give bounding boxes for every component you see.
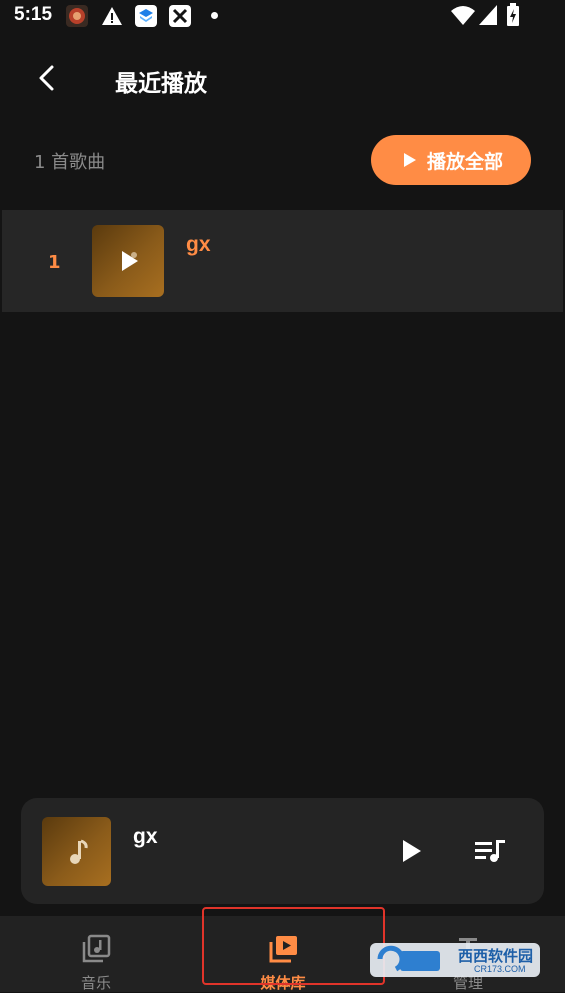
- battery-icon: [506, 3, 520, 27]
- watermark-text: 西西软件园: [458, 947, 534, 965]
- layers-app-icon: [135, 5, 157, 27]
- app-notification-icon: [66, 5, 88, 27]
- highlight-box: [202, 907, 385, 985]
- queue-music-icon: [475, 840, 505, 862]
- play-icon: [403, 153, 416, 167]
- song-cover[interactable]: [92, 225, 164, 297]
- music-note-icon: [70, 839, 88, 864]
- chevron-left-icon: [39, 65, 54, 91]
- more-notifications-dot-icon: [211, 12, 218, 19]
- back-button[interactable]: [36, 64, 58, 92]
- page-title: 最近播放: [115, 71, 207, 97]
- play-icon: [403, 840, 421, 862]
- play-all-label: 播放全部: [426, 150, 503, 173]
- playlist-button[interactable]: [474, 837, 508, 865]
- list-item[interactable]: [2, 210, 563, 312]
- signal-icon: [478, 4, 498, 26]
- mini-player-title: gx: [133, 825, 158, 848]
- song-count: 1 首歌曲: [34, 152, 106, 173]
- status-time: 5:15: [14, 4, 53, 25]
- x-app-icon: [169, 5, 191, 27]
- song-index: 1: [48, 252, 61, 273]
- nav-label-music: 音乐: [80, 974, 111, 992]
- mini-player-play-button[interactable]: [398, 837, 426, 865]
- nav-item-music[interactable]: 音乐: [48, 930, 144, 992]
- warning-icon: [101, 5, 123, 27]
- watermark-sub: CR173.COM: [474, 964, 526, 974]
- play-all-button[interactable]: 播放全部: [371, 135, 531, 185]
- wifi-icon: [450, 4, 476, 26]
- play-icon: [122, 251, 138, 271]
- watermark: 西西软件园 CR173.COM: [366, 937, 544, 981]
- song-title: gx: [186, 233, 211, 256]
- mini-player-cover[interactable]: [42, 817, 111, 886]
- music-library-icon: [82, 934, 111, 963]
